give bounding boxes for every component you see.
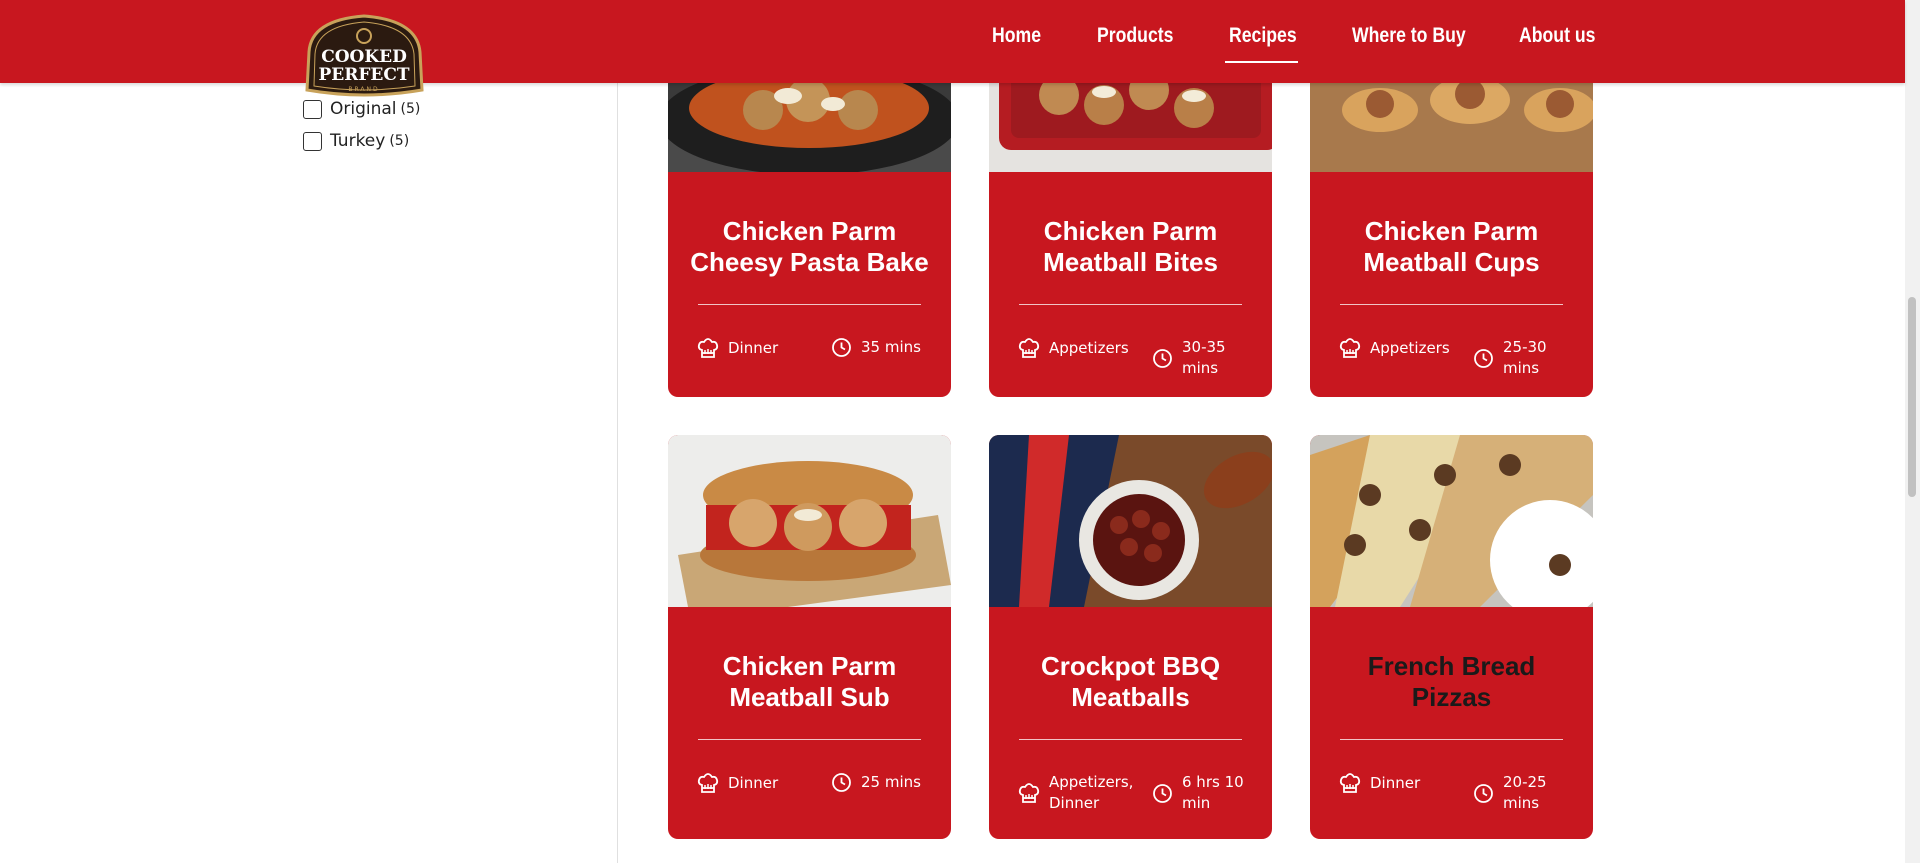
recipe-category-text: Appetizers, Dinner <box>1049 773 1134 812</box>
card-divider <box>698 304 921 305</box>
clock-icon <box>832 338 851 357</box>
filter-turkey-count: (5) <box>389 133 410 149</box>
recipe-category-text: Dinner <box>728 773 779 792</box>
recipe-category-text: Appetizers <box>1049 338 1129 357</box>
recipe-time-text: 35 mins <box>861 338 921 356</box>
recipe-card-body: Chicken Parm Meatball Bites Appetizers 3… <box>989 172 1272 397</box>
recipe-card-body: Chicken Parm Meatball Cups Appetizers 25… <box>1310 172 1593 397</box>
recipe-card-body: Chicken Parm Cheesy Pasta Bake Dinner 35… <box>668 172 951 397</box>
recipe-category-text: Dinner <box>728 338 779 357</box>
site-header: COOKED PERFECT BRAND Home Products Recip… <box>0 0 1905 97</box>
filter-turkey[interactable]: Turkey (5) <box>303 131 409 151</box>
chef-hat-icon <box>1339 773 1361 793</box>
recipe-title[interactable]: Crockpot BBQ Meatballs <box>1009 651 1252 713</box>
card-divider <box>1019 739 1242 740</box>
sidebar-divider <box>617 83 618 863</box>
recipe-category: Dinner <box>1339 772 1469 794</box>
chef-hat-icon <box>1018 783 1040 803</box>
nav-products[interactable]: Products <box>1097 24 1173 48</box>
scrollbar-thumb[interactable] <box>1908 297 1916 497</box>
filter-original-checkbox[interactable] <box>303 99 322 119</box>
filter-original-label: Original <box>330 99 397 119</box>
recipe-time-text: 20-25 mins <box>1503 773 1547 812</box>
nav-where-to-buy[interactable]: Where to Buy <box>1352 24 1466 48</box>
logo-text-cooked: COOKED <box>321 47 407 67</box>
recipe-time-text: 25 mins <box>861 773 921 791</box>
nav-recipes[interactable]: Recipes <box>1229 24 1297 48</box>
recipe-title[interactable]: Chicken Parm Meatball Sub <box>688 651 931 713</box>
card-divider <box>698 739 921 740</box>
recipe-card-body: French Bread Pizzas Dinner 20-25 mins <box>1310 607 1593 832</box>
filter-turkey-label: Turkey <box>330 131 386 151</box>
recipe-time: 30-35 mins <box>1152 337 1262 379</box>
recipe-category-text: Appetizers <box>1370 338 1450 357</box>
clock-icon <box>1474 348 1493 368</box>
nav-home[interactable]: Home <box>992 24 1041 48</box>
recipe-title[interactable]: French Bread Pizzas <box>1330 651 1573 713</box>
recipe-category-text: Dinner <box>1370 773 1421 792</box>
filter-original-count: (5) <box>400 101 421 117</box>
recipe-time-text: 30-35 mins <box>1182 338 1226 377</box>
recipe-category: Dinner <box>697 772 827 794</box>
card-divider <box>1340 739 1563 740</box>
filter-original[interactable]: Original (5) <box>303 99 420 119</box>
recipe-card-crockpot-bbq-meatballs[interactable]: Crockpot BBQ Meatballs Appetizers, Dinne… <box>989 435 1272 839</box>
card-divider <box>1340 304 1563 305</box>
cooked-perfect-logo[interactable]: COOKED PERFECT BRAND <box>301 12 428 98</box>
recipe-time: 35 mins <box>831 337 941 358</box>
filter-turkey-checkbox[interactable] <box>303 131 322 151</box>
clock-icon <box>832 773 851 792</box>
recipe-category: Dinner <box>697 337 827 359</box>
nav-active-underline <box>1225 61 1298 63</box>
recipe-time-text: 6 hrs 10 min <box>1182 773 1244 812</box>
nav-about-us[interactable]: About us <box>1519 24 1595 48</box>
recipe-image <box>989 435 1272 607</box>
recipe-card-french-bread-pizzas[interactable]: French Bread Pizzas Dinner 20-25 mins <box>1310 435 1593 839</box>
recipe-card-body: Crockpot BBQ Meatballs Appetizers, Dinne… <box>989 607 1272 832</box>
recipe-time: 6 hrs 10 min <box>1152 772 1262 814</box>
recipe-image <box>668 435 951 607</box>
recipe-time: 25-30 mins <box>1473 337 1583 379</box>
clock-icon <box>1153 348 1172 368</box>
logo-text-perfect: PERFECT <box>318 65 409 85</box>
recipe-category: Appetizers <box>1018 337 1148 359</box>
recipe-card-body: Chicken Parm Meatball Sub Dinner 25 mins <box>668 607 951 832</box>
recipe-time: 25 mins <box>831 772 941 793</box>
chef-hat-icon <box>697 773 719 793</box>
recipe-category: Appetizers, Dinner <box>1018 772 1148 814</box>
clock-icon <box>1153 783 1172 803</box>
recipe-time: 20-25 mins <box>1473 772 1583 814</box>
recipe-image <box>1310 435 1593 607</box>
recipe-title[interactable]: Chicken Parm Meatball Cups <box>1330 216 1573 278</box>
recipe-time-text: 25-30 mins <box>1503 338 1547 377</box>
clock-icon <box>1474 783 1493 803</box>
chef-hat-icon <box>697 338 719 358</box>
recipe-card-chicken-parm-meatball-sub[interactable]: Chicken Parm Meatball Sub Dinner 25 mins <box>668 435 951 839</box>
recipe-title[interactable]: Chicken Parm Meatball Bites <box>1009 216 1252 278</box>
card-divider <box>1019 304 1242 305</box>
chef-hat-icon <box>1018 338 1040 358</box>
recipe-category: Appetizers <box>1339 337 1469 359</box>
chef-hat-icon <box>1339 338 1361 358</box>
logo-text-brand: BRAND <box>348 86 379 93</box>
recipe-title[interactable]: Chicken Parm Cheesy Pasta Bake <box>688 216 931 278</box>
